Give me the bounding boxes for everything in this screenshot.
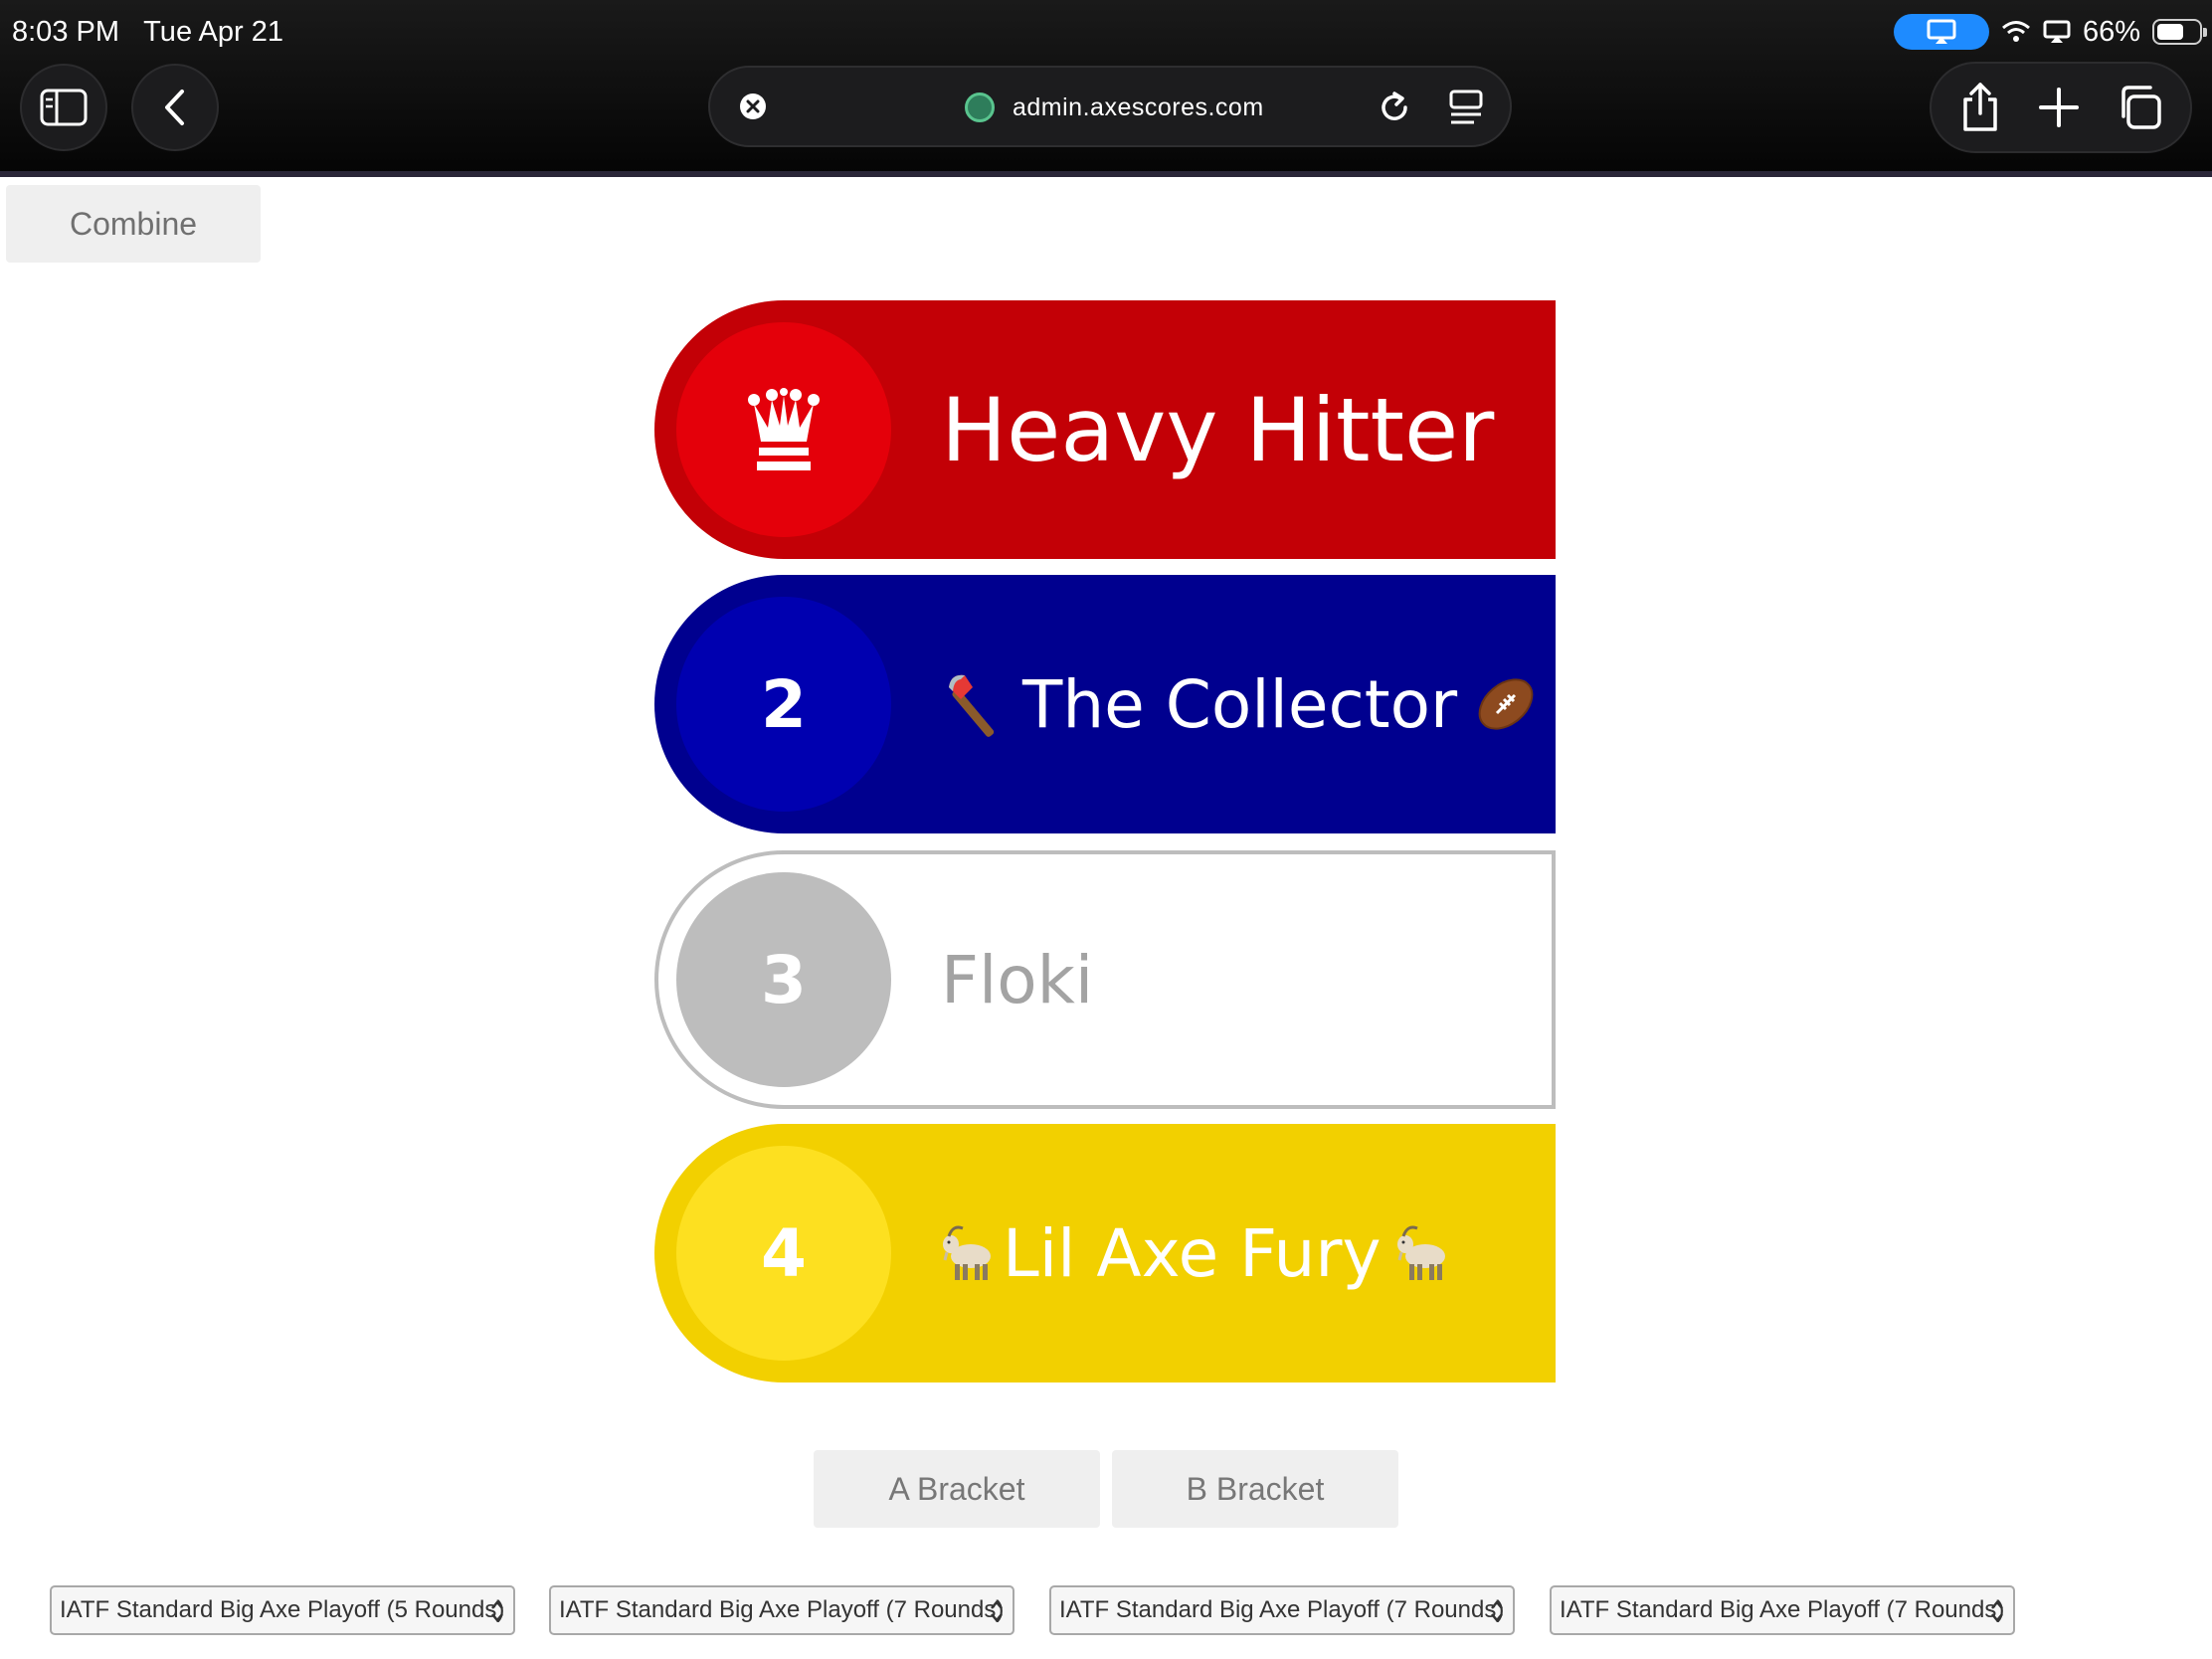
combine-button[interactable]: Combine bbox=[6, 185, 261, 263]
battery-icon bbox=[2152, 19, 2207, 45]
standing-row-4[interactable]: 4 Lil Axe Fury bbox=[654, 1124, 1556, 1382]
status-icons: 66% bbox=[1893, 12, 2207, 52]
select-arrows-icon bbox=[1991, 1600, 2003, 1622]
stop-loading-icon[interactable] bbox=[740, 93, 766, 119]
select-arrows-icon bbox=[491, 1600, 503, 1622]
toolbar-divider bbox=[0, 171, 2212, 177]
sidebar-icon bbox=[40, 89, 88, 126]
axe-icon bbox=[949, 674, 995, 737]
player-name: Floki bbox=[941, 941, 1094, 1018]
airplay-icon bbox=[2043, 20, 2071, 43]
battery-percent: 66% bbox=[2082, 15, 2140, 48]
site-favicon-icon bbox=[965, 92, 995, 122]
toolbar-right-group bbox=[1930, 62, 2192, 153]
player-name-group: Lil Axe Fury bbox=[941, 1124, 1457, 1382]
select-arrows-icon bbox=[1491, 1600, 1503, 1622]
page-menu-icon[interactable] bbox=[1446, 88, 1486, 127]
player-name: Heavy Hitter bbox=[941, 378, 1495, 481]
rank-badge: 3 bbox=[676, 872, 891, 1087]
reload-icon[interactable] bbox=[1375, 88, 1414, 127]
share-icon[interactable] bbox=[1958, 82, 2002, 133]
chevron-left-icon bbox=[165, 90, 184, 125]
new-tab-icon[interactable] bbox=[2037, 86, 2081, 129]
rank-number: 4 bbox=[761, 1214, 807, 1292]
player-name-group: The Collector bbox=[941, 575, 1539, 833]
playoff-format-select-4[interactable]: IATF Standard Big Axe Playoff (7 Rounds) bbox=[1550, 1585, 2015, 1635]
rank-badge bbox=[676, 322, 891, 537]
status-time: 8:03 PM Tue Apr 21 bbox=[12, 16, 283, 48]
rank-number: 3 bbox=[761, 941, 807, 1018]
a-bracket-button[interactable]: A Bracket bbox=[814, 1450, 1100, 1528]
goat-icon bbox=[943, 1225, 991, 1280]
b-bracket-button[interactable]: B Bracket bbox=[1112, 1450, 1398, 1528]
playoff-format-select-1[interactable]: IATF Standard Big Axe Playoff (5 Rounds) bbox=[50, 1585, 515, 1635]
sidebar-toggle-button[interactable] bbox=[20, 64, 107, 151]
player-name: Lil Axe Fury bbox=[1003, 1214, 1382, 1292]
playoff-format-select-3[interactable]: IATF Standard Big Axe Playoff (7 Rounds) bbox=[1049, 1585, 1515, 1635]
address-domain[interactable]: admin.axescores.com bbox=[965, 90, 1264, 125]
address-bar[interactable]: admin.axescores.com bbox=[708, 66, 1512, 147]
select-arrows-icon bbox=[991, 1600, 1003, 1622]
playoff-format-select-2[interactable]: IATF Standard Big Axe Playoff (7 Rounds) bbox=[549, 1585, 1014, 1635]
screen-mirroring-icon[interactable] bbox=[1893, 14, 1989, 50]
crown-icon bbox=[748, 388, 820, 470]
back-button[interactable] bbox=[131, 64, 219, 151]
rank-number: 2 bbox=[761, 665, 807, 743]
goat-icon bbox=[1396, 1225, 1445, 1280]
standing-row-3[interactable]: 3 Floki bbox=[654, 850, 1556, 1109]
rank-badge: 2 bbox=[676, 597, 891, 812]
standing-row-2[interactable]: 2 The Collector bbox=[654, 575, 1556, 833]
tabs-overview-icon[interactable] bbox=[2116, 84, 2163, 131]
football-icon bbox=[1478, 678, 1534, 730]
browser-chrome: 8:03 PM Tue Apr 21 66% admin.axescores.c… bbox=[0, 0, 2212, 173]
player-name: The Collector bbox=[1022, 665, 1458, 743]
wifi-icon bbox=[2001, 21, 2030, 42]
standing-row-1[interactable]: Heavy Hitter bbox=[654, 300, 1556, 559]
rank-badge: 4 bbox=[676, 1146, 891, 1361]
